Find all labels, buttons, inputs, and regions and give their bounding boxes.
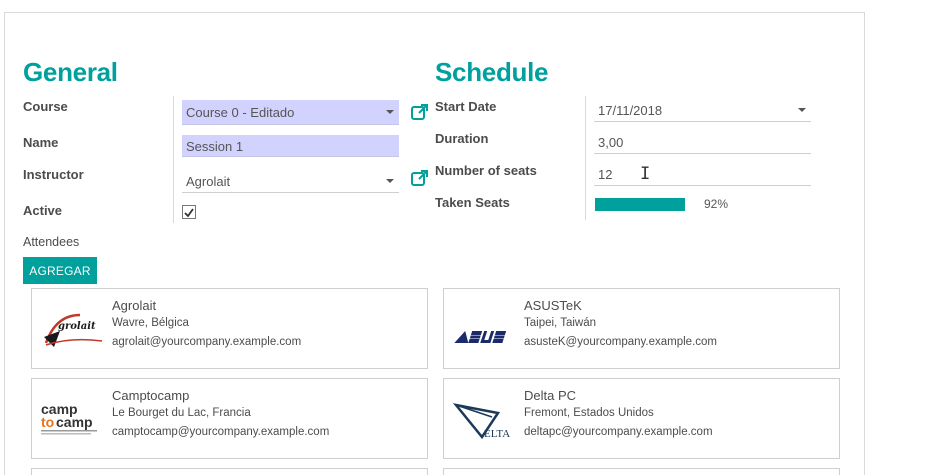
attendee-name: Camptocamp <box>112 388 190 403</box>
chevron-down-icon[interactable] <box>386 179 394 183</box>
svg-text:grolait: grolait <box>58 321 96 332</box>
svg-text:ELTA: ELTA <box>484 428 510 440</box>
attendee-card[interactable]: camp to camp Camptocamp Le Bourget du La… <box>31 378 428 459</box>
external-link-icon[interactable] <box>410 168 430 188</box>
name-value: Session 1 <box>186 139 244 154</box>
schedule-section-title: Schedule <box>435 57 549 87</box>
attendee-card[interactable]: ELTA Delta PC Fremont, Estados Unidos de… <box>443 378 840 459</box>
svg-text:camp: camp <box>56 414 93 430</box>
attendee-card-partial[interactable] <box>31 468 428 475</box>
attendee-name: Agrolait <box>112 298 157 313</box>
instructor-select[interactable]: Agrolait <box>182 169 399 193</box>
asus-logo <box>454 331 507 343</box>
instructor-value: Agrolait <box>186 174 231 189</box>
attendee-name: Delta PC <box>524 388 577 403</box>
attendee-email: asusteK@yourcompany.example.com <box>524 336 717 348</box>
checkmark-icon <box>184 208 194 218</box>
start-date-input[interactable]: 17/11/2018 <box>594 98 811 122</box>
course-value: Course 0 - Editado <box>186 105 295 120</box>
name-input[interactable]: Session 1 <box>182 135 399 157</box>
camptocamp-logo: camp to camp <box>41 401 97 435</box>
text-cursor-icon: I <box>640 164 651 184</box>
attendee-email: camptocamp@yourcompany.example.com <box>112 426 330 438</box>
general-section-title: General <box>23 57 118 87</box>
seats-input[interactable]: 12 <box>594 163 811 186</box>
chevron-down-icon[interactable] <box>798 108 806 112</box>
seats-label: Number of seats <box>435 163 537 178</box>
active-label: Active <box>23 203 63 218</box>
attendees-label: Attendees <box>23 235 80 249</box>
course-label: Course <box>23 99 68 114</box>
start-date-value: 17/11/2018 <box>598 103 663 118</box>
attendee-card-partial[interactable] <box>443 468 840 475</box>
duration-value: 3,00 <box>598 135 624 150</box>
name-label: Name <box>23 135 59 150</box>
active-checkbox[interactable] <box>182 205 196 219</box>
attendee-location: Wavre, Bélgica <box>112 317 189 329</box>
taken-seats-progress <box>595 198 693 211</box>
add-attendee-button[interactable]: AGREGAR <box>23 257 97 284</box>
duration-input[interactable]: 3,00 <box>594 131 811 154</box>
attendee-card[interactable]: ASUSTeK Taipei, Taiwán asusteK@yourcompa… <box>443 288 840 369</box>
duration-label: Duration <box>435 131 489 146</box>
course-select[interactable]: Course 0 - Editado <box>182 100 399 125</box>
svg-text:to: to <box>41 414 54 430</box>
attendee-card[interactable]: grolait Agrolait Wavre, Bélgica agrolait… <box>31 288 428 369</box>
attendee-email: agrolait@yourcompany.example.com <box>112 336 302 348</box>
attendee-location: Le Bourget du Lac, Francia <box>112 407 251 419</box>
seats-value: 12 <box>598 167 613 182</box>
external-link-icon[interactable] <box>410 102 430 122</box>
schedule-divider <box>585 96 586 220</box>
taken-seats-percent: 92% <box>704 197 729 211</box>
agrolait-logo: grolait <box>44 313 103 347</box>
instructor-label: Instructor <box>23 167 84 182</box>
general-divider <box>173 96 174 223</box>
taken-seats-label: Taken Seats <box>435 195 510 210</box>
attendee-name: ASUSTeK <box>524 298 582 313</box>
progress-fill <box>595 198 686 211</box>
start-date-label: Start Date <box>435 99 497 114</box>
attendee-location: Taipei, Taiwán <box>524 317 597 329</box>
chevron-down-icon[interactable] <box>386 110 394 114</box>
delta-pc-logo: ELTA <box>452 403 510 440</box>
attendee-location: Fremont, Estados Unidos <box>524 407 654 419</box>
attendee-email: deltapc@yourcompany.example.com <box>524 426 713 438</box>
